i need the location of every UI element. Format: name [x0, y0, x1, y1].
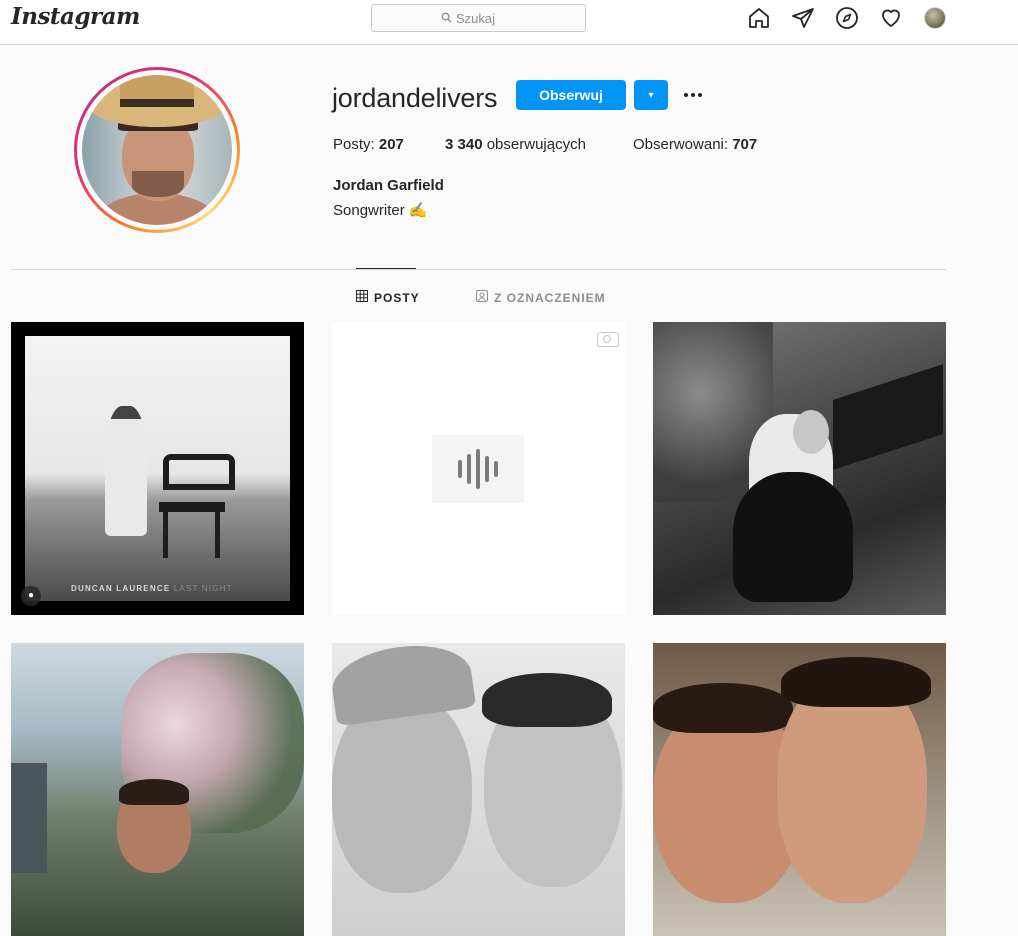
search-box[interactable] — [371, 4, 586, 32]
profile-bio: Songwriter ✍️ — [333, 202, 428, 219]
post-thumbnail[interactable] — [332, 643, 625, 936]
profile-avatar-nav[interactable] — [924, 7, 946, 29]
followers-count[interactable]: 3 340 obserwujących — [445, 136, 586, 153]
profile-picture-story-ring[interactable] — [74, 67, 240, 233]
profile-full-name: Jordan Garfield — [333, 177, 444, 194]
direct-message-icon[interactable] — [791, 6, 815, 30]
post-image-caption: DUNCAN LAURENCE LAST NIGHT — [71, 584, 233, 593]
post-thumbnail[interactable] — [653, 322, 946, 615]
search-input[interactable] — [456, 10, 516, 26]
profile-picture — [82, 75, 232, 225]
explore-compass-icon[interactable] — [835, 6, 859, 30]
writing-hand-emoji: ✍️ — [408, 202, 428, 219]
posts-count: Posty: 207 — [333, 136, 404, 153]
tagged-person-icon[interactable]: ● — [21, 586, 41, 606]
post-thumbnail[interactable] — [332, 322, 625, 615]
profile-tabs-divider — [11, 269, 946, 270]
suggested-accounts-dropdown-button[interactable]: ▾ — [634, 80, 668, 110]
grid-icon — [356, 290, 368, 305]
home-icon[interactable] — [747, 6, 771, 30]
instagram-logo[interactable]: Instagram — [11, 3, 140, 30]
heart-activity-icon[interactable] — [879, 6, 903, 30]
more-options-icon[interactable] — [680, 82, 706, 108]
post-thumbnail[interactable] — [653, 643, 946, 936]
post-thumbnail[interactable]: DUNCAN LAURENCE LAST NIGHT ● — [11, 322, 304, 615]
profile-username: jordandelivers — [332, 83, 498, 113]
reel-video-icon — [597, 332, 619, 347]
search-icon — [441, 11, 452, 26]
post-thumbnail[interactable] — [11, 643, 304, 936]
follow-button[interactable]: Obserwuj — [516, 80, 626, 110]
tab-posts[interactable]: POSTY — [356, 290, 420, 305]
top-navigation-bar: Instagram — [0, 0, 1018, 45]
tab-tagged[interactable]: Z OZNACZENIEM — [476, 290, 606, 305]
chevron-down-icon: ▾ — [648, 89, 654, 101]
active-tab-indicator — [356, 268, 416, 269]
tagged-user-icon — [476, 290, 488, 305]
following-count[interactable]: Obserwowani: 707 — [633, 136, 757, 153]
audio-waveform-icon — [432, 435, 524, 503]
